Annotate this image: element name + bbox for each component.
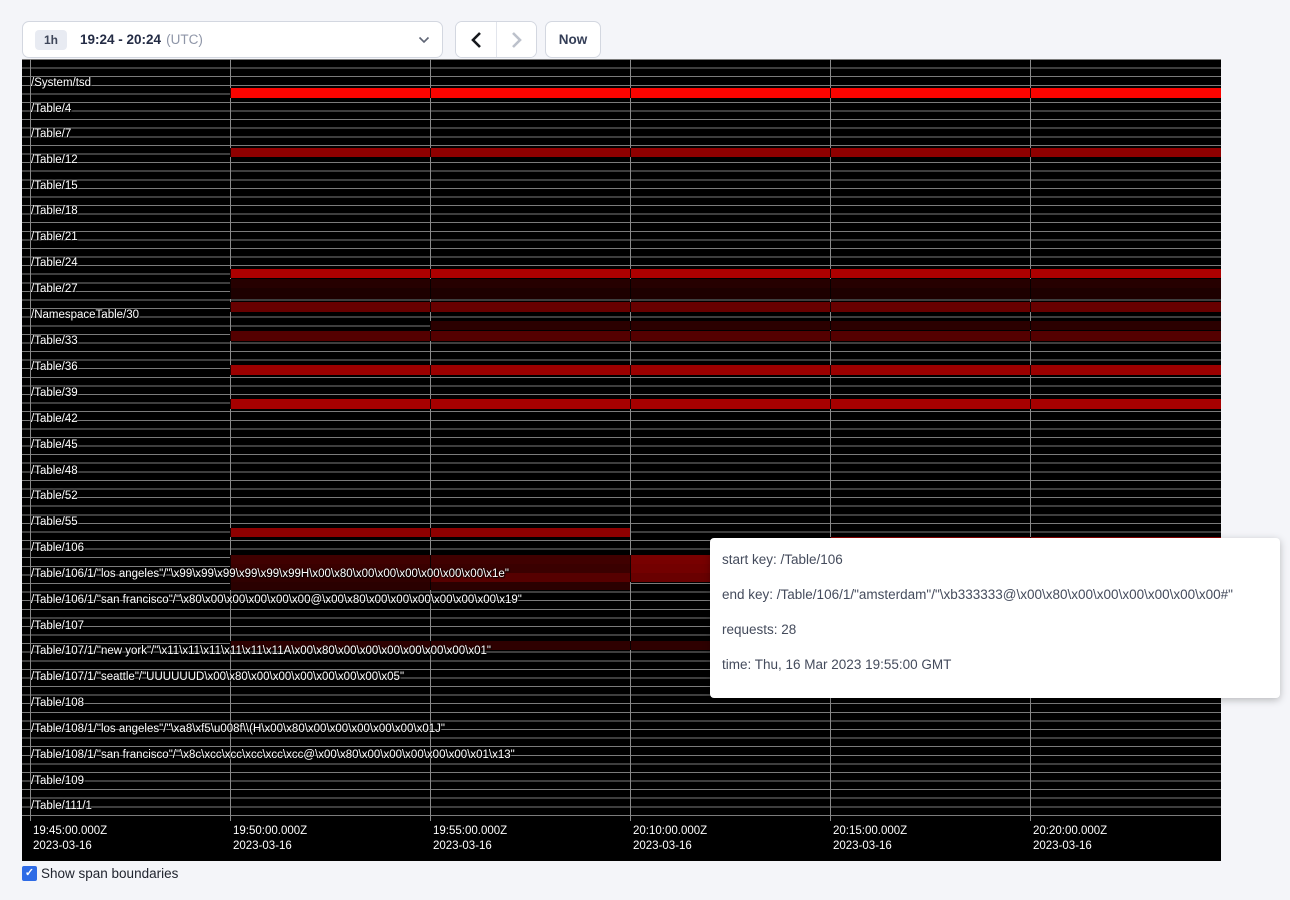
range-text: 19:24 - 20:24	[80, 32, 161, 47]
time-gridline	[430, 59, 431, 821]
heatmap-grid: /System/tsd/Table/4/Table/7/Table/12/Tab…	[22, 59, 1221, 820]
heatmap-band	[230, 269, 1221, 278]
time-gridline	[1030, 59, 1031, 821]
hover-tooltip: start key: /Table/106 end key: /Table/10…	[710, 538, 1280, 698]
row-label: /Table/21	[31, 231, 78, 244]
toolbar: 1h 19:24 - 20:24 (UTC) Now	[22, 21, 601, 58]
row-label: /Table/39	[31, 387, 78, 400]
tooltip-requests: requests: 28	[722, 622, 1268, 637]
row-label: /System/tsd	[31, 77, 91, 90]
row-label: /Table/42	[31, 413, 78, 426]
heatmap-band	[230, 88, 1221, 98]
row-label: /Table/108/1/"los angeles"/"\xa8\xf5\u00…	[31, 723, 445, 736]
x-axis-label: 19:45:00.000Z2023-03-16	[33, 824, 107, 854]
heatmap-band	[230, 555, 630, 564]
key-visualizer-canvas[interactable]: /System/tsd/Table/4/Table/7/Table/12/Tab…	[22, 59, 1221, 861]
row-label: /Table/107	[31, 620, 84, 633]
row-label: /Table/15	[31, 180, 78, 193]
x-axis-label: 19:55:00.000Z2023-03-16	[433, 824, 507, 854]
row-label: /Table/108	[31, 697, 84, 710]
x-axis-label: 20:15:00.000Z2023-03-16	[833, 824, 907, 854]
x-axis-label: 19:50:00.000Z2023-03-16	[233, 824, 307, 854]
row-label: /Table/111/1	[31, 800, 92, 813]
tooltip-time: time: Thu, 16 Mar 2023 19:55:00 GMT	[722, 657, 1268, 672]
row-label: /Table/7	[31, 128, 71, 141]
heatmap-band	[230, 288, 1221, 299]
heatmap-band	[230, 582, 630, 590]
row-label: /Table/55	[31, 516, 78, 529]
range-timezone: (UTC)	[166, 32, 203, 47]
heatmap-band	[230, 365, 1221, 375]
tooltip-start-key: start key: /Table/106	[722, 552, 1268, 567]
show-span-boundaries-label: Show span boundaries	[41, 866, 178, 881]
row-label: /NamespaceTable/30	[31, 309, 139, 322]
row-label: /Table/36	[31, 361, 78, 374]
heatmap-band	[430, 321, 1221, 330]
time-gridline	[630, 59, 631, 821]
time-nav-group	[455, 21, 537, 58]
heatmap-band	[230, 399, 1221, 409]
x-axis-label: 20:20:00.000Z2023-03-16	[1033, 824, 1107, 854]
row-label: /Table/106	[31, 542, 84, 555]
tooltip-end-key: end key: /Table/106/1/"amsterdam"/"\xb33…	[722, 587, 1268, 602]
heatmap-band	[230, 279, 1221, 288]
x-axis-label: 20:10:00.000Z2023-03-16	[633, 824, 707, 854]
range-duration-badge: 1h	[35, 30, 67, 50]
row-label: /Table/109	[31, 775, 84, 788]
row-label: /Table/12	[31, 154, 78, 167]
heatmap-band	[230, 302, 1221, 312]
show-span-boundaries-checkbox[interactable]: ✓	[22, 866, 37, 881]
time-gridline	[230, 59, 231, 821]
row-label: /Table/107/1/"seattle"/"UUUUUUD\x00\x80\…	[31, 671, 404, 684]
row-label: /Table/33	[31, 335, 78, 348]
chevron-down-icon	[418, 36, 430, 44]
now-button[interactable]: Now	[545, 21, 601, 58]
heatmap-band	[230, 331, 1221, 341]
row-label: /Table/106/1/"los angeles"/"\x99\x99\x99…	[31, 568, 509, 581]
prev-range-button[interactable]	[456, 22, 496, 57]
time-gridline	[830, 59, 831, 821]
time-range-select[interactable]: 1h 19:24 - 20:24 (UTC)	[22, 21, 443, 58]
row-label: /Table/18	[31, 205, 78, 218]
row-label: /Table/52	[31, 490, 78, 503]
row-label: /Table/106/1/"san francisco"/"\x80\x00\x…	[31, 594, 522, 607]
next-range-button[interactable]	[496, 22, 536, 57]
row-label: /Table/107/1/"new york"/"\x11\x11\x11\x1…	[31, 645, 491, 658]
row-label: /Table/24	[31, 257, 78, 270]
x-axis: 19:45:00.000Z2023-03-16 19:50:00.000Z2023…	[22, 820, 1221, 861]
row-label: /Table/108/1/"san francisco"/"\x8c\xcc\x…	[31, 749, 515, 762]
row-label: /Table/4	[31, 103, 71, 116]
row-label: /Table/27	[31, 283, 78, 296]
chevron-left-icon	[471, 31, 482, 49]
span-boundaries-control: ✓ Show span boundaries	[22, 866, 178, 881]
chevron-right-icon	[511, 31, 522, 49]
row-label: /Table/48	[31, 465, 78, 478]
heatmap-band	[230, 528, 630, 537]
heatmap-band	[230, 148, 1221, 157]
row-label: /Table/45	[31, 439, 78, 452]
